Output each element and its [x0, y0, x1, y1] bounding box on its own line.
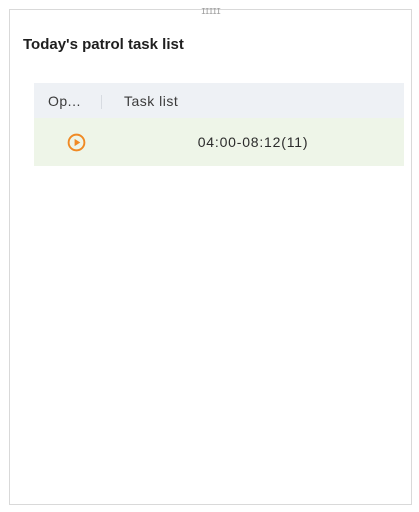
- table-header: Op... Task list: [34, 83, 404, 118]
- patrol-task-panel: IIIII Today's patrol task list Op... Tas…: [9, 8, 412, 505]
- column-header-operation[interactable]: Op...: [34, 93, 110, 109]
- panel-title: Today's patrol task list: [23, 36, 184, 53]
- task-time-range: 04:00-08:12(11): [197, 134, 309, 150]
- column-header-task-list[interactable]: Task list: [110, 93, 178, 109]
- drag-handle[interactable]: IIIII: [201, 8, 221, 16]
- play-circle-icon[interactable]: [67, 133, 86, 152]
- task-table: Op... Task list 04:00-08:12(11): [34, 83, 404, 166]
- operation-cell: [34, 133, 110, 152]
- table-row[interactable]: 04:00-08:12(11): [34, 118, 404, 166]
